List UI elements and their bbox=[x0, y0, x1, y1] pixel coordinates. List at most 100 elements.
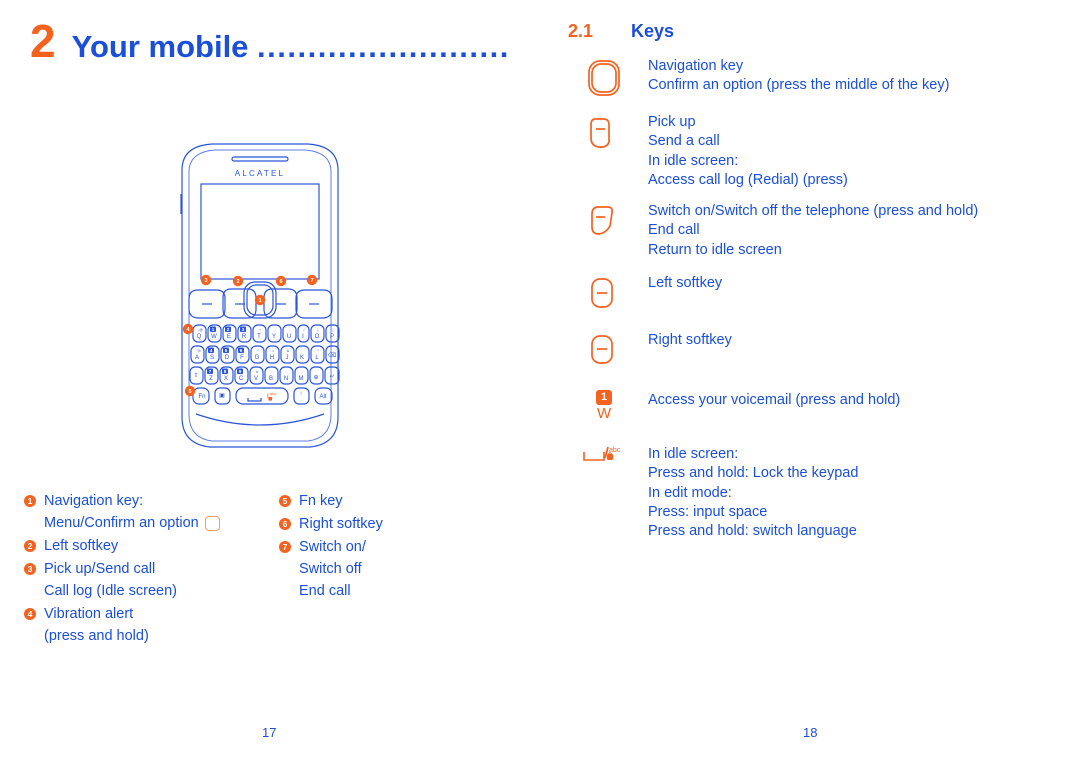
svg-text:G: G bbox=[255, 355, 260, 361]
svg-text:7: 7 bbox=[310, 278, 313, 284]
page-number-left: 17 bbox=[262, 725, 277, 740]
page-number-right: 18 bbox=[803, 725, 818, 740]
svg-text:↵: ↵ bbox=[329, 374, 334, 380]
keyboard-row-3: ⇧ 7Z 8X 9C #V :B ;N .M ⊕ ↵ bbox=[189, 366, 340, 385]
key-line: In edit mode: bbox=[648, 484, 732, 501]
legend-line: Switch off bbox=[299, 561, 362, 577]
svg-text:%: % bbox=[197, 349, 201, 353]
svg-text:T: T bbox=[257, 334, 261, 340]
svg-text:Fn: Fn bbox=[198, 394, 205, 400]
key-row-space: abc In idle screen: Press and hold: Lock… bbox=[560, 441, 1080, 541]
svg-text:8: 8 bbox=[224, 369, 227, 374]
legend-line: Left softkey bbox=[44, 538, 119, 554]
svg-text:X: X bbox=[224, 376, 228, 382]
svg-text:P: P bbox=[330, 334, 334, 340]
phone-brand-label: ALCATEL bbox=[235, 169, 285, 178]
legend-column-one: 1 Navigation key: Menu/Confirm an option… bbox=[24, 490, 279, 648]
svg-text:S: S bbox=[210, 355, 214, 361]
right-page: 2.1 Keys Navigation key Confirm an optio… bbox=[540, 0, 1080, 767]
svg-text:2: 2 bbox=[227, 327, 230, 332]
svg-text:▣: ▣ bbox=[219, 393, 225, 399]
manual-page-spread: 2 Your mobile ......................... … bbox=[0, 0, 1080, 767]
key-text: Pick up Send a call In idle screen: Acce… bbox=[648, 111, 1080, 190]
key-line: Confirm an option (press the middle of t… bbox=[648, 77, 950, 94]
key-line: Access your voicemail (press and hold) bbox=[648, 392, 901, 409]
svg-text:/: / bbox=[304, 328, 305, 332]
svg-text:L: L bbox=[315, 355, 319, 361]
key-row-right-softkey: Right softkey bbox=[560, 329, 1080, 371]
svg-text:|: | bbox=[318, 328, 319, 332]
keys-description-list: Navigation key Confirm an option (press … bbox=[560, 55, 1080, 542]
voicemail-key-icon: 1 W bbox=[560, 388, 648, 422]
legend-item-3: 3 Pick up/Send call Call log (Idle scree… bbox=[24, 558, 279, 602]
svg-text:Q: Q bbox=[197, 334, 202, 340]
svg-text:*: * bbox=[257, 349, 259, 353]
svg-text:7: 7 bbox=[209, 369, 212, 374]
keyboard-row-4: Fn ▣ ❙ abc ?- Alt bbox=[192, 387, 333, 405]
svg-text:;: ; bbox=[287, 370, 288, 374]
key-line: In idle screen: bbox=[648, 152, 739, 169]
key-row-voicemail: 1 W Access your voicemail (press and hol… bbox=[560, 388, 1080, 422]
key-row-navigation: Navigation key Confirm an option (press … bbox=[560, 55, 1080, 101]
svg-text:⇧: ⇧ bbox=[193, 372, 198, 379]
legend-lines: Left softkey bbox=[44, 535, 118, 557]
key-line: Access call log (Redial) (press) bbox=[648, 171, 848, 188]
key-line: Send a call bbox=[648, 133, 720, 150]
svg-text:E: E bbox=[227, 334, 231, 340]
legend-line: Vibration alert bbox=[44, 606, 134, 622]
svg-text:R: R bbox=[242, 334, 247, 340]
key-line: Switch on/Switch off the telephone (pres… bbox=[648, 203, 979, 220]
svg-text:9: 9 bbox=[239, 369, 242, 374]
legend-line: Navigation key: bbox=[44, 493, 144, 509]
svg-text:@: @ bbox=[199, 328, 203, 332]
svg-text:2: 2 bbox=[236, 279, 239, 285]
legend-column-two: 5 Fn key 6 Right softkey 7 Switch on/ Sw… bbox=[279, 490, 529, 603]
svg-text:A: A bbox=[195, 355, 199, 361]
key-line: End call bbox=[648, 222, 700, 239]
legend-marker: 4 bbox=[24, 608, 36, 620]
legend-marker: 5 bbox=[279, 495, 291, 507]
svg-text:K: K bbox=[300, 355, 304, 361]
svg-text:1: 1 bbox=[212, 327, 215, 332]
svg-text:O: O bbox=[315, 334, 320, 340]
key-line: Press: input space bbox=[648, 503, 768, 520]
voicemail-key-letter: W bbox=[597, 405, 612, 423]
right-softkey-icon bbox=[560, 329, 648, 371]
svg-text:4: 4 bbox=[210, 348, 213, 353]
svg-text:C: C bbox=[239, 376, 244, 382]
svg-text:3: 3 bbox=[242, 327, 245, 332]
svg-text:B: B bbox=[269, 376, 273, 382]
legend-lines: Vibration alert (press and hold) bbox=[44, 603, 149, 647]
key-line: Press and hold: switch language bbox=[648, 523, 857, 540]
svg-text:=: = bbox=[272, 349, 274, 353]
svg-text:+: + bbox=[259, 328, 261, 332]
key-line: Pick up bbox=[648, 114, 696, 130]
phone-svg: .bl{fill:none;stroke:#2b55d8;stroke-widt… bbox=[180, 143, 340, 448]
svg-text:⌫: ⌫ bbox=[328, 352, 337, 359]
left-page: 2 Your mobile ......................... … bbox=[0, 0, 540, 767]
chapter-number: 2 bbox=[30, 15, 56, 67]
svg-text::: : bbox=[272, 370, 273, 374]
key-row-power: Switch on/Switch off the telephone (pres… bbox=[560, 200, 1080, 260]
svg-text:?: ? bbox=[300, 392, 302, 396]
svg-text:-: - bbox=[274, 328, 276, 332]
key-line: In idle screen: bbox=[648, 446, 739, 463]
key-text: Left softkey bbox=[648, 272, 1080, 293]
key-row-left-softkey: Left softkey bbox=[560, 272, 1080, 314]
key-text: Right softkey bbox=[648, 329, 1080, 350]
legend-item-6: 6 Right softkey bbox=[279, 513, 529, 535]
svg-text:3: 3 bbox=[204, 278, 207, 284]
legend-lines: Pick up/Send call Call log (Idle screen) bbox=[44, 558, 177, 602]
key-line: Return to idle screen bbox=[648, 241, 782, 258]
keyboard-row-1: @Q 1W 2E 3R +T -Y -U /I |O |P bbox=[192, 324, 340, 343]
svg-text:1: 1 bbox=[258, 298, 261, 304]
svg-text:F: F bbox=[240, 355, 244, 361]
key-text: In idle screen: Press and hold: Lock the… bbox=[648, 441, 1080, 541]
svg-text:D: D bbox=[225, 355, 230, 361]
chapter-leader-dots: ......................... bbox=[257, 29, 510, 64]
key-line: Navigation key bbox=[648, 58, 744, 74]
svg-text:": " bbox=[317, 349, 319, 353]
legend-lines: Fn key bbox=[299, 490, 343, 512]
legend-marker: 3 bbox=[24, 563, 36, 575]
legend-lines: Navigation key: Menu/Confirm an option bbox=[44, 490, 220, 534]
